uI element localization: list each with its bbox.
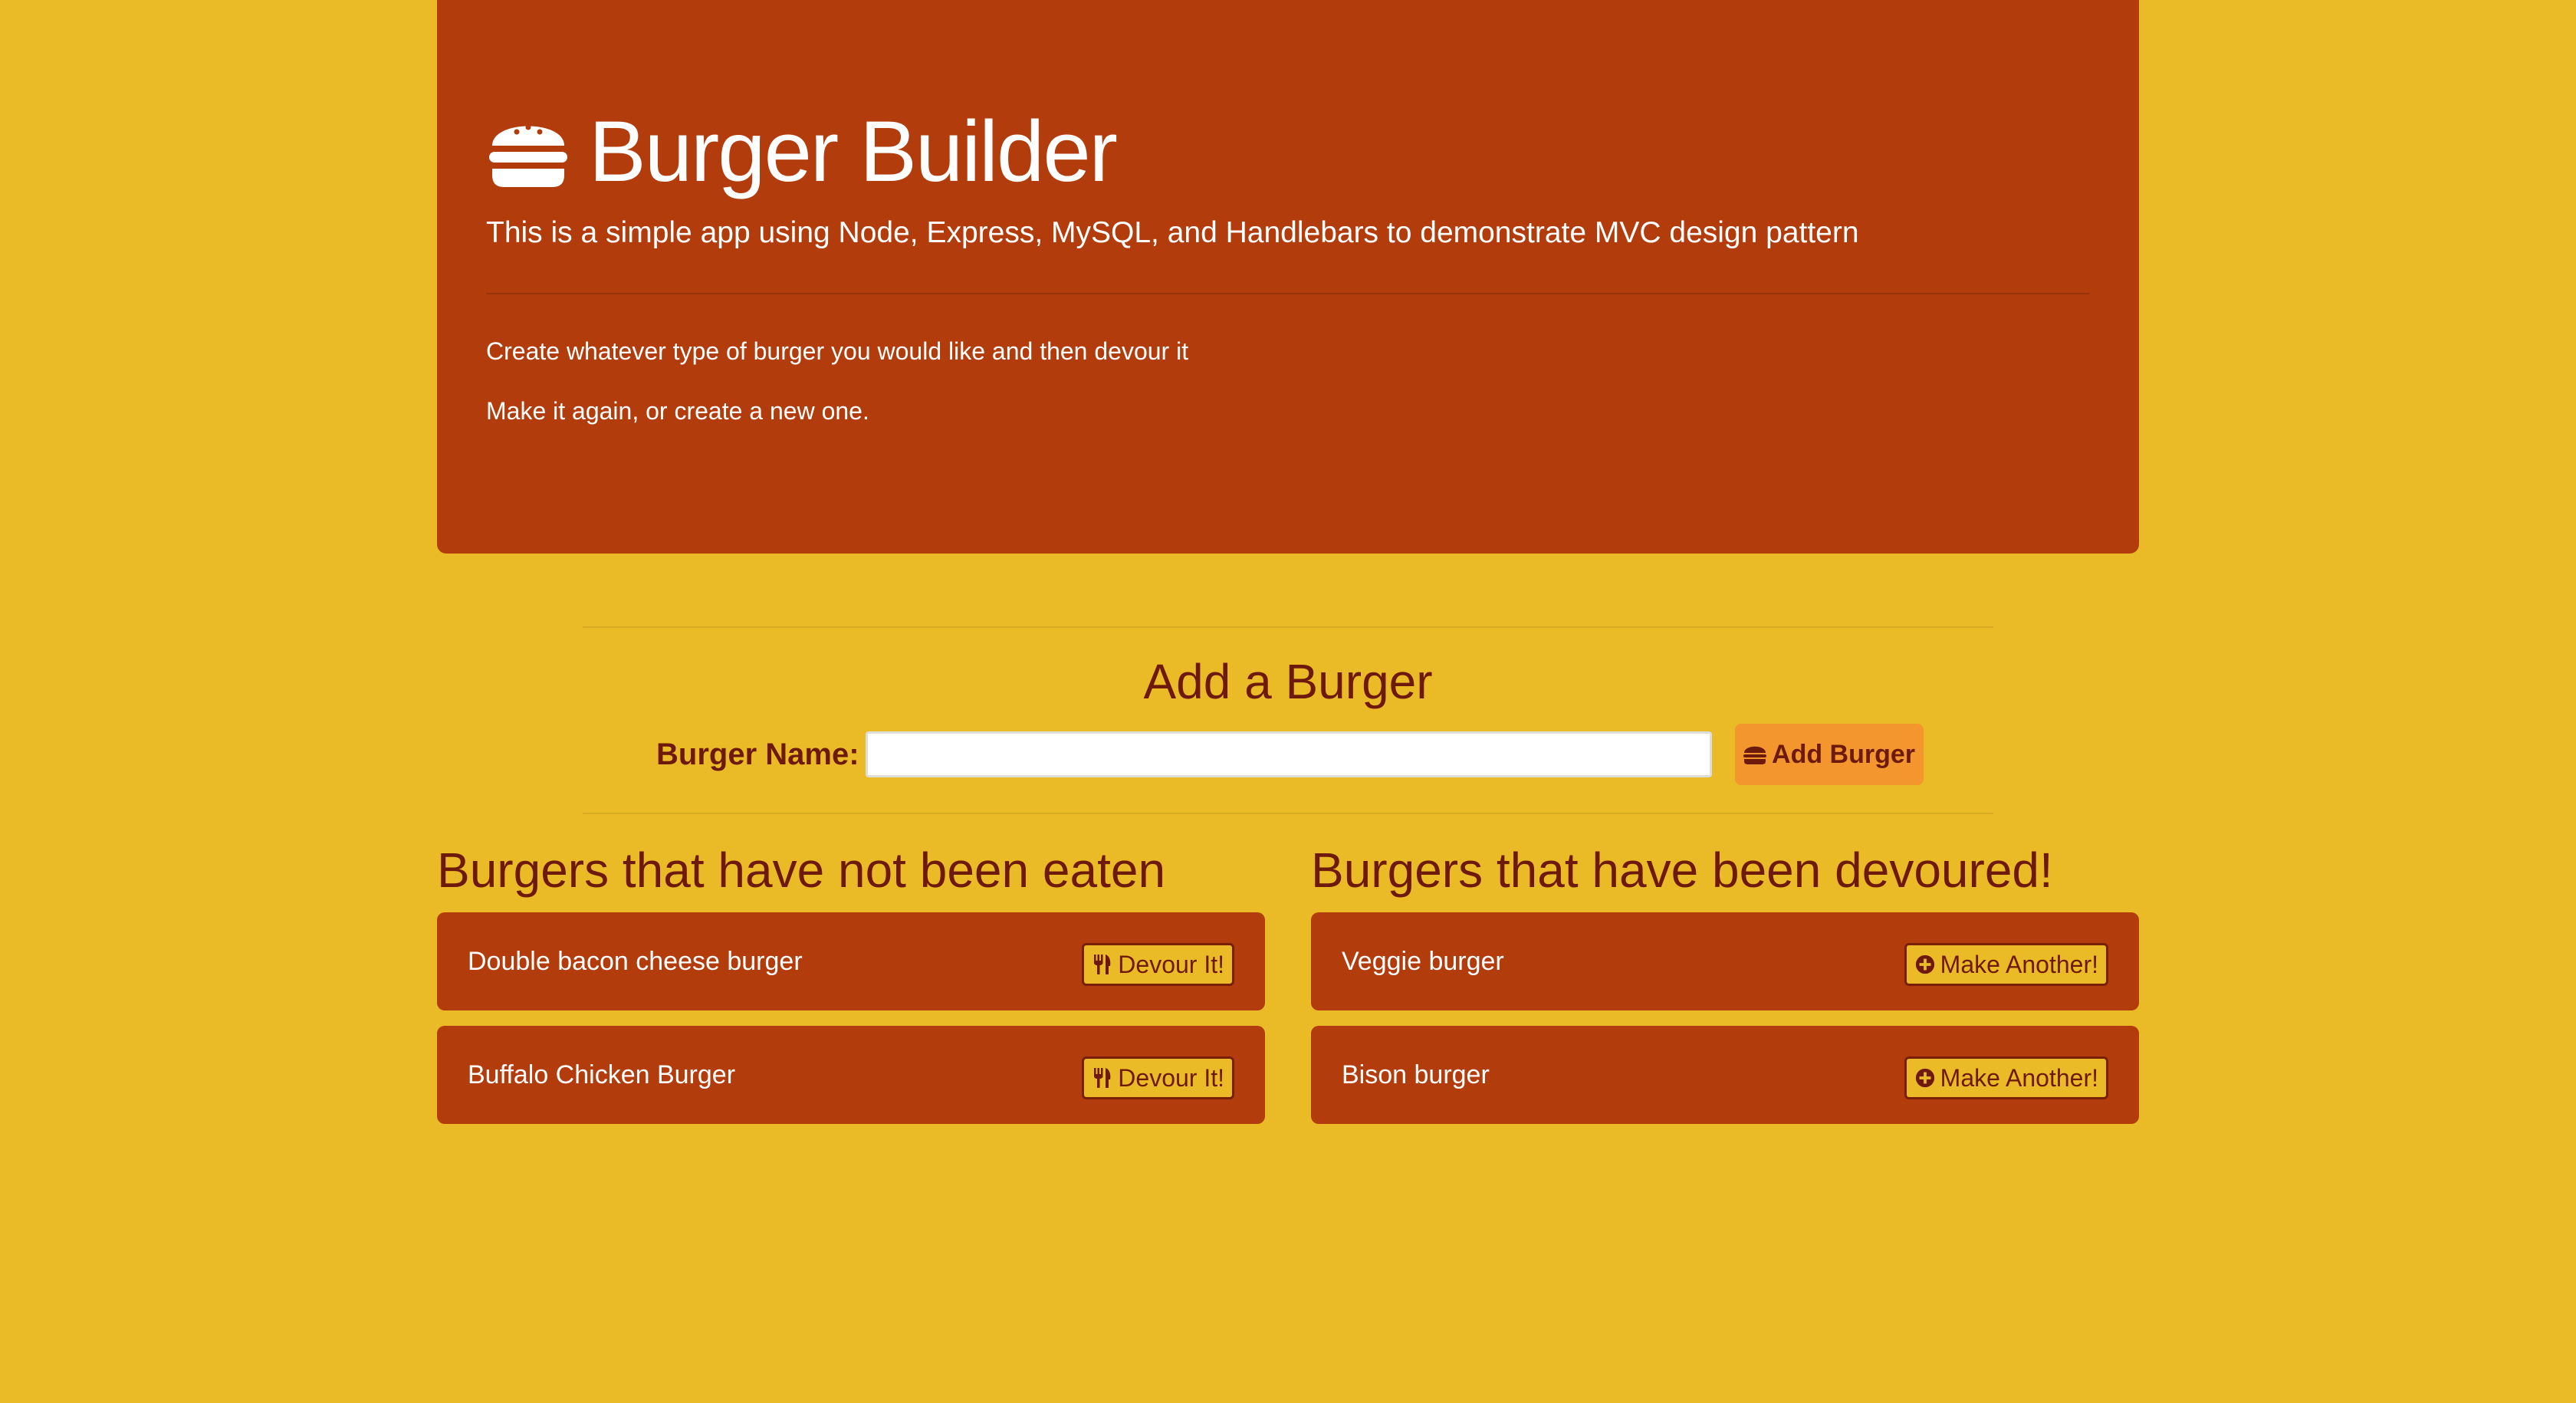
make-another-button[interactable]: Make Another! — [1904, 1056, 2108, 1099]
add-burger-heading: Add a Burger — [1143, 654, 1433, 709]
burger-name: Bison burger — [1342, 1060, 1490, 1089]
devoured-column: Burgers that have been devoured! Veggie … — [1311, 836, 2139, 1139]
make-another-button-label: Make Another! — [1940, 950, 2098, 978]
burger-name-input[interactable] — [865, 731, 1712, 777]
add-burger-button[interactable]: Add Burger — [1734, 724, 1924, 785]
burger-name: Buffalo Chicken Burger — [468, 1060, 736, 1089]
page-title: Burger Builder — [589, 104, 1118, 199]
utensils-icon — [1094, 955, 1111, 974]
lead-text: This is a simple app using Node, Express… — [486, 216, 1859, 249]
burger-name-label: Burger Name: — [656, 737, 859, 771]
list-item: Buffalo Chicken Burger Devour It! — [437, 1026, 1265, 1124]
not-eaten-column: Burgers that have not been eaten Double … — [437, 836, 1265, 1139]
devour-button-label: Devour It! — [1118, 1063, 1224, 1092]
plus-circle-icon — [1915, 1068, 1934, 1088]
add-burger-form: Burger Name: Add Burger — [656, 724, 1924, 785]
devour-button-label: Devour It! — [1118, 950, 1224, 978]
burger-icon — [1743, 746, 1767, 764]
add-burger-button-label: Add Burger — [1772, 739, 1916, 769]
not-eaten-heading: Burgers that have not been eaten — [437, 843, 1166, 898]
intro-line-1: Create whatever type of burger you would… — [486, 337, 1189, 365]
jumbotron-title-row: Burger Builder — [486, 98, 1118, 205]
jumbotron: Burger Builder This is a simple app usin… — [437, 0, 2139, 554]
list-item: Veggie burger Make Another! — [1311, 912, 2139, 1010]
burger-name: Veggie burger — [1342, 947, 1504, 976]
list-item: Bison burger Make Another! — [1311, 1026, 2139, 1124]
devoured-heading: Burgers that have been devoured! — [1311, 843, 2053, 898]
intro-line-2: Make it again, or create a new one. — [486, 397, 869, 425]
list-item: Double bacon cheese burger Devour It! — [437, 912, 1265, 1010]
divider — [583, 626, 1993, 628]
burger-name: Double bacon cheese burger — [468, 947, 803, 976]
make-another-button[interactable]: Make Another! — [1904, 943, 2108, 986]
burger-icon — [489, 124, 567, 187]
utensils-icon — [1094, 1068, 1111, 1088]
divider — [486, 293, 2090, 294]
plus-circle-icon — [1915, 955, 1934, 974]
divider — [583, 813, 1993, 814]
devour-button[interactable]: Devour It! — [1082, 1056, 1234, 1099]
make-another-button-label: Make Another! — [1940, 1063, 2098, 1092]
devour-button[interactable]: Devour It! — [1082, 943, 1234, 986]
